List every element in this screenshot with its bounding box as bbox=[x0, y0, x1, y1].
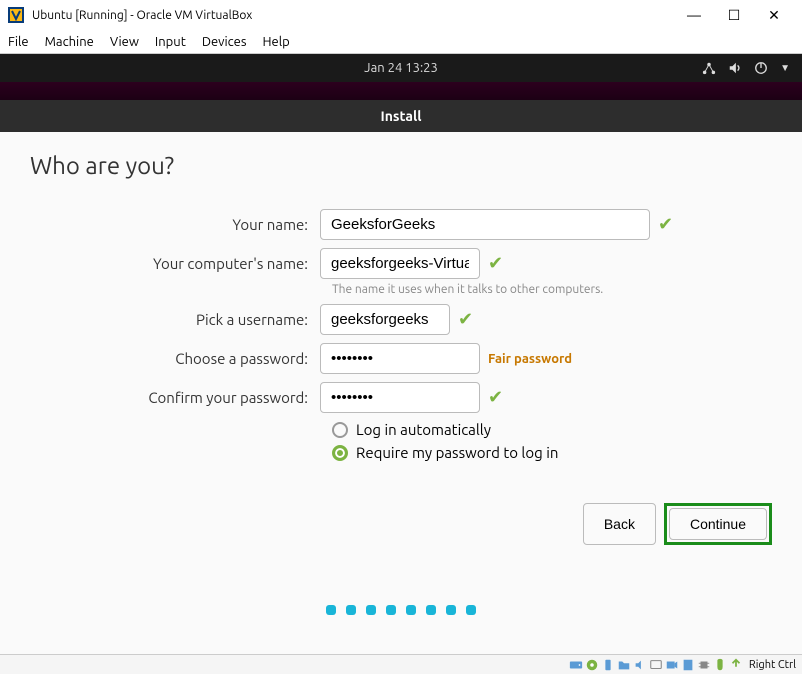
installer-title: Install bbox=[381, 108, 422, 124]
hdd-icon[interactable] bbox=[569, 658, 583, 672]
chevron-down-icon[interactable]: ▼ bbox=[780, 62, 790, 74]
dot bbox=[386, 605, 396, 615]
password-confirm-input[interactable] bbox=[320, 382, 480, 413]
progress-dots bbox=[326, 605, 476, 615]
dot bbox=[366, 605, 376, 615]
computer-hint: The name it uses when it talks to other … bbox=[332, 283, 772, 296]
check-icon: ✔ bbox=[658, 214, 673, 235]
menubar: File Machine View Input Devices Help bbox=[0, 30, 802, 54]
keyboard-capture-icon[interactable] bbox=[729, 658, 743, 672]
processor-icon[interactable] bbox=[697, 658, 711, 672]
label-username: Pick a username: bbox=[30, 311, 320, 328]
computer-name-input[interactable] bbox=[320, 248, 480, 279]
network-icon[interactable] bbox=[702, 61, 716, 75]
radio-require-password[interactable]: Require my password to log in bbox=[332, 444, 772, 461]
name-input[interactable] bbox=[320, 209, 650, 240]
password-strength: Fair password bbox=[488, 352, 572, 366]
label-password: Choose a password: bbox=[30, 350, 320, 367]
dot bbox=[326, 605, 336, 615]
menu-help[interactable]: Help bbox=[263, 35, 290, 49]
check-icon: ✔ bbox=[458, 309, 473, 330]
menu-file[interactable]: File bbox=[8, 35, 29, 49]
shared-clipboard-icon[interactable] bbox=[681, 658, 695, 672]
minimize-button[interactable]: — bbox=[674, 1, 714, 29]
window-titlebar: Ubuntu [Running] - Oracle VM VirtualBox … bbox=[0, 0, 802, 30]
check-icon: ✔ bbox=[488, 387, 503, 408]
folder-icon[interactable] bbox=[617, 658, 631, 672]
close-button[interactable]: ✕ bbox=[754, 1, 794, 29]
check-icon: ✔ bbox=[488, 253, 503, 274]
menu-input[interactable]: Input bbox=[155, 35, 186, 49]
page-heading: Who are you? bbox=[30, 152, 772, 179]
label-computer: Your computer's name: bbox=[30, 255, 320, 272]
window-title: Ubuntu [Running] - Oracle VM VirtualBox bbox=[32, 9, 674, 22]
power-icon[interactable] bbox=[754, 61, 768, 75]
dot bbox=[426, 605, 436, 615]
radio-auto-login-label: Log in automatically bbox=[356, 421, 491, 438]
desktop-strip bbox=[0, 82, 802, 100]
volume-icon[interactable] bbox=[728, 61, 742, 75]
menu-machine[interactable]: Machine bbox=[45, 35, 94, 49]
dot bbox=[466, 605, 476, 615]
continue-highlight: Continue bbox=[664, 503, 772, 545]
radio-off-icon bbox=[332, 422, 348, 438]
optical-icon[interactable] bbox=[585, 658, 599, 672]
dot bbox=[406, 605, 416, 615]
continue-button[interactable]: Continue bbox=[669, 508, 767, 540]
installer-body: Who are you? Your name: ✔ Your computer'… bbox=[0, 132, 802, 660]
password-input[interactable] bbox=[320, 343, 480, 374]
datetime[interactable]: Jan 24 13:23 bbox=[364, 61, 438, 75]
username-input[interactable] bbox=[320, 304, 450, 335]
dot bbox=[346, 605, 356, 615]
maximize-button[interactable]: ☐ bbox=[714, 1, 754, 29]
usb-icon[interactable] bbox=[601, 658, 615, 672]
audio-icon[interactable] bbox=[633, 658, 647, 672]
label-password-confirm: Confirm your password: bbox=[30, 389, 320, 406]
host-key: Right Ctrl bbox=[749, 659, 796, 671]
recording-icon[interactable] bbox=[665, 658, 679, 672]
virtualbox-icon bbox=[8, 7, 24, 23]
menu-devices[interactable]: Devices bbox=[202, 35, 247, 49]
radio-auto-login[interactable]: Log in automatically bbox=[332, 421, 772, 438]
ubuntu-topbar: Jan 24 13:23 ▼ bbox=[0, 54, 802, 82]
mouse-icon[interactable] bbox=[713, 658, 727, 672]
vm-statusbar: Right Ctrl bbox=[0, 654, 802, 674]
back-button[interactable]: Back bbox=[583, 503, 656, 545]
radio-on-icon bbox=[332, 445, 348, 461]
installer-titlebar: Install bbox=[0, 100, 802, 132]
dot bbox=[446, 605, 456, 615]
display-icon[interactable] bbox=[649, 658, 663, 672]
radio-require-password-label: Require my password to log in bbox=[356, 444, 558, 461]
menu-view[interactable]: View bbox=[110, 35, 139, 49]
label-name: Your name: bbox=[30, 216, 320, 233]
